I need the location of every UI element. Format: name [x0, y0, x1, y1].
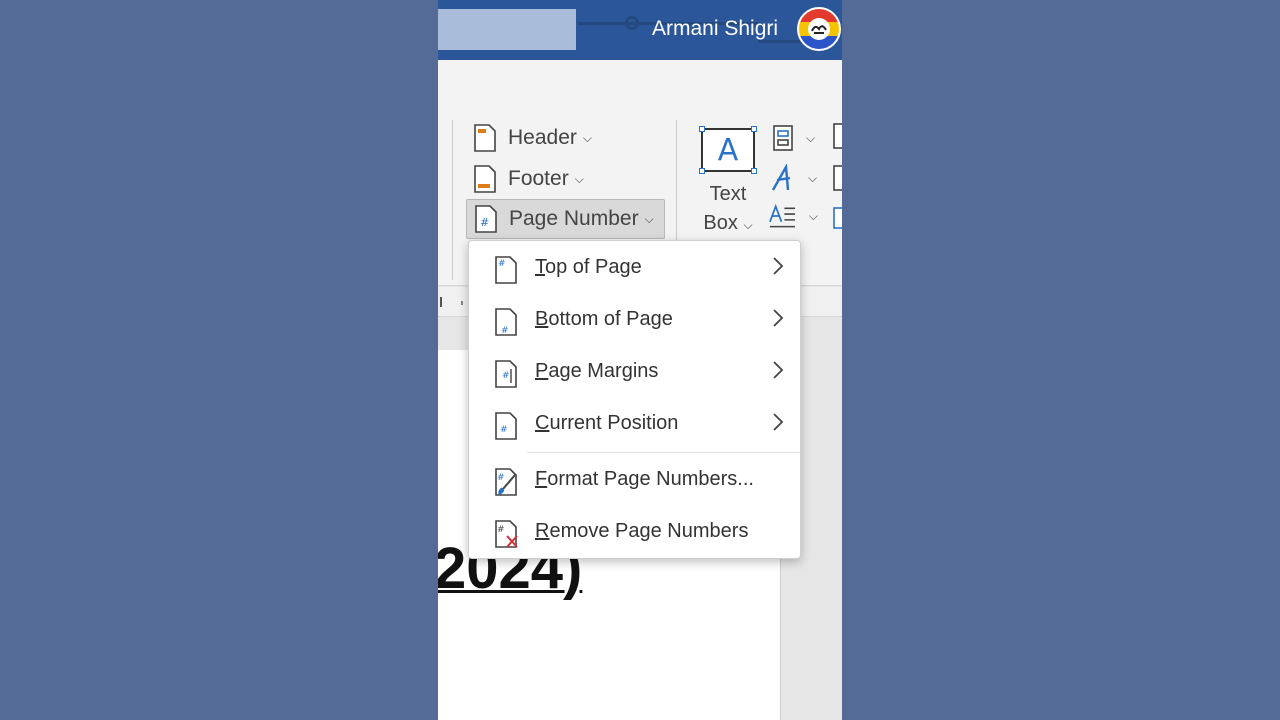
- ribbon-overflow-icons: [833, 123, 842, 229]
- menu-item-bottom-of-page[interactable]: # Bottom of Page: [469, 295, 800, 347]
- menu-item-label: Format Page Numbers...: [535, 468, 754, 490]
- user-name[interactable]: Armani Shigri: [652, 17, 812, 41]
- chevron-down-icon: ⌵: [808, 208, 818, 223]
- wordart-icon: [771, 164, 791, 191]
- format-page-numbers-icon: #: [495, 468, 517, 496]
- wordart-button[interactable]: ⌵: [770, 162, 820, 194]
- header-icon: [474, 124, 496, 152]
- text-box-label-line2: Box ⌵: [703, 212, 753, 234]
- chevron-right-icon: [773, 257, 784, 275]
- text-box-button[interactable]: A Text Box ⌵: [694, 126, 762, 240]
- menu-separator: [527, 452, 800, 453]
- quick-parts-icon: [773, 125, 793, 151]
- menu-item-label: Current Position: [535, 412, 679, 434]
- text-box-icon: A: [699, 126, 757, 174]
- svg-text:#: #: [500, 425, 508, 435]
- drop-cap-icon: [769, 203, 795, 228]
- svg-text:#: #: [497, 525, 505, 535]
- page-number-top-icon: #: [495, 256, 517, 284]
- drop-cap-button[interactable]: ⌵: [768, 200, 818, 232]
- menu-item-label: Bottom of Page: [535, 308, 673, 330]
- svg-text:#: #: [497, 473, 505, 483]
- chevron-down-icon: ⌵: [806, 130, 816, 145]
- chevron-right-icon: [773, 361, 784, 379]
- menu-item-label: Remove Page Numbers: [535, 520, 749, 542]
- chevron-down-icon: ⌵: [808, 170, 818, 185]
- page-number-menu: # Top of Page # Bottom of Page # Page Ma…: [468, 240, 801, 559]
- svg-text:#: #: [498, 259, 506, 269]
- remove-page-numbers-icon: #: [495, 520, 518, 548]
- page-number-label: Page Number: [509, 207, 639, 230]
- chevron-down-icon: ⌵: [574, 171, 584, 186]
- footer-icon: [474, 165, 496, 193]
- menu-item-top-of-page[interactable]: # Top of Page: [469, 243, 800, 295]
- chevron-down-icon: ⌵: [644, 211, 654, 226]
- avatar[interactable]: [797, 7, 841, 51]
- menu-item-remove-page-numbers[interactable]: # Remove Page Numbers: [469, 507, 800, 559]
- menu-item-label: Page Margins: [535, 360, 659, 382]
- title-bar: Armani Shigri: [438, 0, 842, 60]
- page-number-margin-icon: #: [495, 360, 517, 388]
- footer-label: Footer: [508, 167, 569, 190]
- svg-text:#: #: [502, 371, 510, 381]
- menu-item-page-margins[interactable]: # Page Margins: [469, 347, 800, 399]
- footer-button[interactable]: Footer ⌵: [472, 159, 584, 199]
- menu-item-label: Top of Page: [535, 256, 642, 278]
- page-number-bottom-icon: #: [495, 308, 517, 336]
- menu-item-format-page-numbers[interactable]: # Format Page Numbers...: [469, 455, 800, 507]
- page-number-button[interactable]: # Page Number ⌵: [466, 199, 665, 239]
- text-box-label-line1: Text: [709, 183, 747, 205]
- header-label: Header: [508, 126, 577, 149]
- svg-text:#: #: [480, 216, 489, 229]
- header-button[interactable]: Header ⌵: [472, 118, 592, 158]
- svg-text:#: #: [501, 326, 509, 336]
- chevron-right-icon: [773, 413, 784, 431]
- page-number-icon: #: [475, 205, 497, 233]
- quick-parts-button[interactable]: ⌵: [772, 122, 822, 154]
- menu-item-current-position[interactable]: # Current Position: [469, 399, 800, 451]
- page-number-current-icon: #: [495, 412, 517, 440]
- chevron-right-icon: [773, 309, 784, 327]
- search-box[interactable]: [438, 9, 576, 50]
- chevron-down-icon: ⌵: [582, 130, 592, 145]
